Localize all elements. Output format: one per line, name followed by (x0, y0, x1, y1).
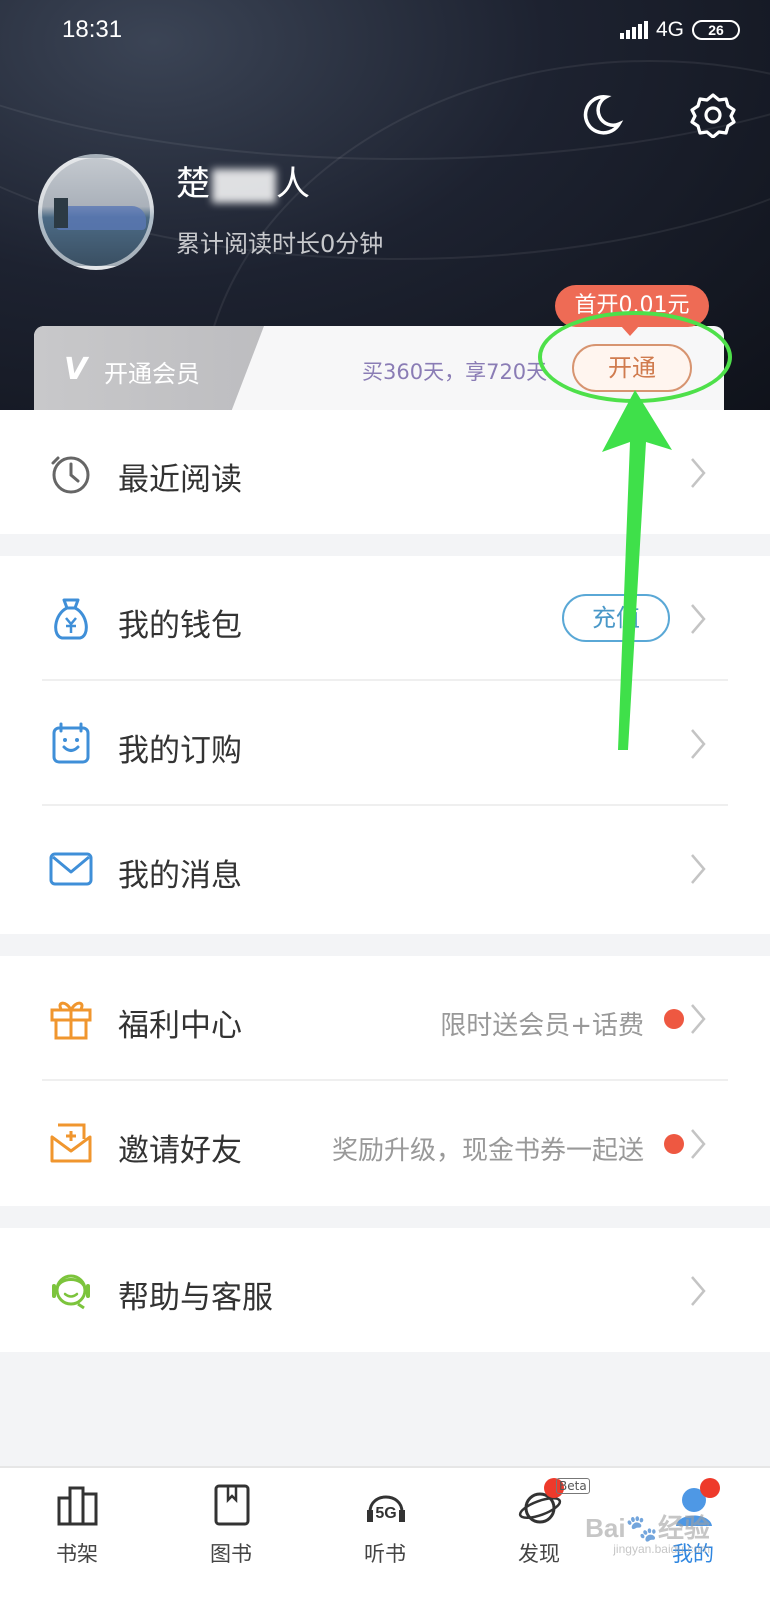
vip-promo: 买360天，享720天 (362, 360, 548, 384)
menu-label: 邀请好友 (118, 1133, 242, 1169)
menu-label: 福利中心 (118, 1008, 242, 1044)
username-redaction (212, 168, 276, 203)
watermark: Bai🐾经验 jingyan.baidu.com (585, 1508, 710, 1556)
tab-books[interactable]: 图书 (154, 1468, 308, 1600)
menu-item-invite[interactable]: 邀请好友 奖励升级，现金书券一起送 (0, 1081, 770, 1206)
settings-gear-icon[interactable] (690, 92, 736, 138)
annotation-arrow (602, 390, 672, 750)
gift-icon (50, 1001, 92, 1040)
chevron-right-icon (691, 729, 706, 759)
invite-envelope-icon (50, 1123, 92, 1163)
clock-icon (51, 456, 90, 494)
vip-label: 开通会员 (104, 360, 200, 388)
bookshelf-icon (57, 1486, 98, 1526)
battery-icon: 26 (692, 20, 740, 40)
vip-logo-icon: V (64, 352, 88, 387)
menu-section-rewards: 福利中心 限时送会员+话费 邀请好友 奖励升级，现金书券一起送 (0, 956, 770, 1206)
avatar[interactable] (38, 154, 154, 270)
wallet-bag-icon (54, 598, 88, 640)
tab-label: 图书 (210, 1542, 252, 1566)
notification-dot (700, 1478, 720, 1498)
chevron-right-icon (691, 604, 706, 634)
menu-label: 我的消息 (118, 858, 242, 894)
tab-audio[interactable]: 5G 听书 (308, 1468, 462, 1600)
envelope-icon (49, 852, 93, 886)
watermark-sub: jingyan.baidu.com (613, 1542, 710, 1556)
tab-label: 书架 (56, 1542, 98, 1566)
network-type: 4G (655, 18, 684, 41)
chevron-right-icon (691, 1004, 706, 1034)
menu-label: 帮助与客服 (118, 1280, 273, 1316)
night-mode-icon[interactable] (578, 92, 624, 138)
beta-badge: Beta (556, 1478, 590, 1494)
chevron-right-icon (691, 854, 706, 884)
book-icon (214, 1484, 250, 1526)
menu-label: 我的钱包 (118, 608, 242, 644)
status-time: 18:31 (62, 16, 123, 43)
status-bar: 18:31 4G 26 (0, 0, 770, 62)
chevron-right-icon (691, 1276, 706, 1306)
username-prefix: 楚 (176, 164, 212, 204)
subscription-face-icon (52, 722, 90, 764)
signal-icon (619, 21, 648, 39)
audio-icon-text: 5G (375, 1505, 396, 1522)
headphone-5g-icon: 5G (367, 1495, 405, 1522)
menu-label: 我的订购 (118, 733, 242, 769)
notification-dot (664, 1134, 684, 1154)
chevron-right-icon (691, 458, 706, 488)
username: 楚人 (176, 156, 312, 205)
avatar-photo (56, 206, 146, 230)
customer-service-icon (52, 1274, 90, 1310)
watermark-main: Bai🐾经验 (585, 1513, 710, 1543)
chevron-right-icon (691, 1129, 706, 1159)
welfare-hint: 限时送会员+话费 (440, 1011, 644, 1041)
tab-bookshelf[interactable]: 书架 (0, 1468, 154, 1600)
reading-time: 累计阅读时长0分钟 (176, 230, 384, 258)
menu-item-messages[interactable]: 我的消息 (0, 806, 770, 934)
notification-dot (664, 1009, 684, 1029)
invite-hint: 奖励升级，现金书券一起送 (331, 1136, 644, 1166)
menu-item-help[interactable]: 帮助与客服 (0, 1228, 770, 1352)
username-suffix: 人 (276, 164, 312, 204)
avatar-photo-tower (54, 198, 68, 228)
menu-item-welfare[interactable]: 福利中心 限时送会员+话费 (0, 956, 770, 1081)
menu-label: 最近阅读 (118, 462, 242, 498)
tab-label: 听书 (364, 1542, 406, 1566)
menu-section-help: 帮助与客服 (0, 1228, 770, 1352)
